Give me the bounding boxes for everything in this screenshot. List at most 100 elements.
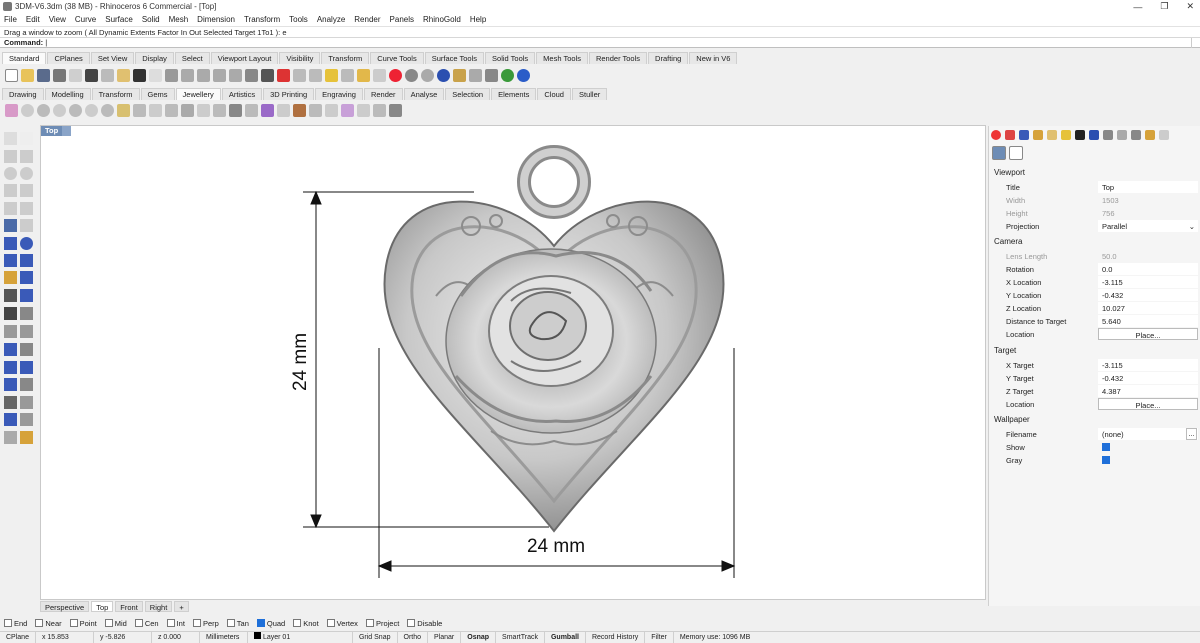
distance-to-target-field[interactable]: 5.640 xyxy=(1098,315,1198,327)
command-input[interactable]: | xyxy=(45,38,47,47)
layers-icon[interactable] xyxy=(1005,130,1015,140)
offset-icon[interactable] xyxy=(20,219,33,232)
sun-icon[interactable] xyxy=(1117,130,1127,140)
help-panel-icon[interactable] xyxy=(1033,130,1043,140)
tab-set-view[interactable]: Set View xyxy=(90,52,135,64)
osnap-cen[interactable]: Cen xyxy=(134,619,159,628)
status-smarttrack[interactable]: SmartTrack xyxy=(496,631,545,643)
arrow-icon[interactable] xyxy=(357,103,370,117)
menu-analyze[interactable]: Analyze xyxy=(317,15,345,24)
tab-gems[interactable]: Gems xyxy=(140,88,175,100)
tab-selection[interactable]: Selection xyxy=(445,88,491,100)
render-mesh-icon[interactable] xyxy=(4,431,17,444)
status-ortho[interactable]: Ortho xyxy=(398,631,429,643)
split-icon[interactable] xyxy=(20,343,33,356)
explode-icon[interactable] xyxy=(20,361,33,374)
undo-icon[interactable] xyxy=(133,68,146,82)
fillet-icon[interactable] xyxy=(20,202,33,215)
tab-engraving[interactable]: Engraving xyxy=(315,88,363,100)
camera-icon[interactable] xyxy=(992,146,1006,160)
add-viewport-icon[interactable]: + xyxy=(174,601,189,612)
tab-jewellery[interactable]: Jewellery xyxy=(175,88,221,100)
prong-icon[interactable] xyxy=(133,103,146,117)
viewport-square-icon[interactable] xyxy=(1009,146,1023,160)
signet-icon[interactable] xyxy=(69,103,82,117)
help-icon[interactable] xyxy=(517,68,530,82)
tab-elements[interactable]: Elements xyxy=(491,88,537,100)
title-field[interactable]: Top xyxy=(1098,181,1198,193)
weight-icon[interactable] xyxy=(325,103,338,117)
menu-panels[interactable]: Panels xyxy=(390,15,414,24)
viewport-canvas[interactable]: 24 mm 24 mm xyxy=(41,126,985,599)
z-location-field[interactable]: 10.027 xyxy=(1098,302,1198,314)
cut-icon[interactable] xyxy=(85,68,98,82)
tab-artistics[interactable]: Artistics xyxy=(221,88,263,100)
osnap-end[interactable]: End xyxy=(4,619,27,628)
osnap-mid-checkbox[interactable] xyxy=(104,619,113,627)
menu-file[interactable]: File xyxy=(4,15,17,24)
gem-icon[interactable] xyxy=(261,103,274,117)
pan-hand-icon[interactable] xyxy=(149,68,162,82)
x-target-field[interactable]: -3.115 xyxy=(1098,359,1198,371)
tab-surface-tools[interactable]: Surface Tools xyxy=(424,52,485,64)
arc-icon[interactable] xyxy=(20,167,33,180)
line-icon[interactable] xyxy=(20,150,33,163)
options-icon[interactable] xyxy=(469,68,482,82)
bail-icon[interactable] xyxy=(213,103,226,117)
osnap-near-checkbox[interactable] xyxy=(35,619,44,627)
menu-help[interactable]: Help xyxy=(470,15,486,24)
curve-icon[interactable] xyxy=(4,184,17,197)
menu-render[interactable]: Render xyxy=(354,15,380,24)
paste-icon[interactable] xyxy=(117,68,130,82)
osnap-point-checkbox[interactable] xyxy=(69,619,78,627)
bezel-icon[interactable] xyxy=(149,103,162,117)
gray-checkbox[interactable] xyxy=(1102,456,1110,464)
point-icon[interactable] xyxy=(20,132,33,145)
transform-icon[interactable] xyxy=(309,68,322,82)
menu-view[interactable]: View xyxy=(49,15,66,24)
osnap-near[interactable]: Near xyxy=(35,619,62,628)
tab-drafting[interactable]: Drafting xyxy=(648,52,689,64)
circle-icon[interactable] xyxy=(4,167,17,180)
trim-icon[interactable] xyxy=(4,343,17,356)
tab-cloud[interactable]: Cloud xyxy=(537,88,571,100)
save-icon[interactable] xyxy=(37,68,50,82)
polyline-icon[interactable] xyxy=(4,150,17,163)
four-views-icon[interactable] xyxy=(245,68,258,82)
vtab-front[interactable]: Front xyxy=(115,601,143,612)
clasp-icon[interactable] xyxy=(197,103,210,117)
tab-mesh-tools[interactable]: Mesh Tools xyxy=(536,52,588,64)
osnap-tan-checkbox[interactable] xyxy=(226,619,235,627)
import-icon[interactable] xyxy=(69,68,82,82)
tab-rg-render[interactable]: Render xyxy=(363,88,403,100)
osnap-point[interactable]: Point xyxy=(69,619,97,628)
text-icon[interactable] xyxy=(20,396,33,409)
browse-button[interactable]: ... xyxy=(1186,428,1197,440)
tab-drawing[interactable]: Drawing xyxy=(2,88,44,100)
new-file-icon[interactable] xyxy=(5,68,18,82)
analyze-icon[interactable] xyxy=(4,413,17,426)
dimension-icon[interactable] xyxy=(20,378,33,391)
status-osnap[interactable]: Osnap xyxy=(461,631,497,643)
status-layer[interactable]: Layer 01 xyxy=(248,631,353,643)
eternity-icon[interactable] xyxy=(85,103,98,117)
sizer-icon[interactable] xyxy=(373,103,386,117)
filename-field[interactable]: (none) xyxy=(1098,428,1198,440)
box-icon[interactable] xyxy=(4,237,17,250)
select-arrow-icon[interactable] xyxy=(4,132,17,145)
tab-select[interactable]: Select xyxy=(174,52,210,64)
close-button[interactable]: ✕ xyxy=(1186,1,1194,12)
gallery-icon[interactable] xyxy=(229,103,242,117)
z-target-field[interactable]: 4.387 xyxy=(1098,385,1198,397)
zoom-icon[interactable] xyxy=(181,68,194,82)
layer-icon[interactable] xyxy=(293,68,306,82)
tab-visibility[interactable]: Visibility xyxy=(279,52,321,64)
chain-icon[interactable] xyxy=(117,103,130,117)
open-folder-icon[interactable] xyxy=(21,68,34,82)
viewport-top[interactable]: Top 24 mm 24 mm xyxy=(40,125,986,600)
pave-icon[interactable] xyxy=(245,103,258,117)
menu-surface[interactable]: Surface xyxy=(105,15,133,24)
gumball-icon[interactable] xyxy=(20,431,33,444)
ring-icon[interactable] xyxy=(21,103,34,117)
cutter-icon[interactable] xyxy=(277,103,290,117)
